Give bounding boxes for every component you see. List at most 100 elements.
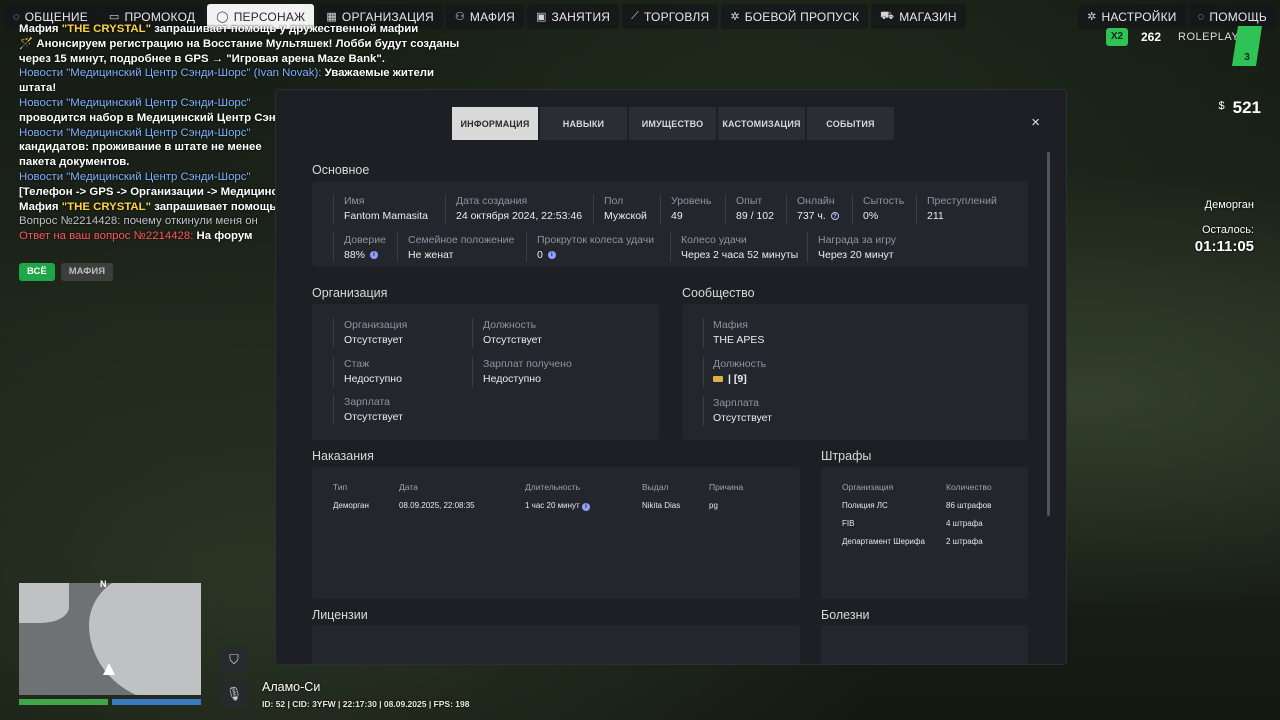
fines-table: Организация Количество Полиция ЛС 86 штр… [842, 482, 1022, 552]
close-button[interactable]: × [1031, 114, 1040, 131]
menu-item-trade[interactable]: ⟋ ТОРГОВЛЯ [622, 4, 719, 29]
divider [703, 357, 704, 387]
wheel-value: Через 2 часа 52 минуты [681, 249, 799, 261]
field-label: Имя [344, 195, 365, 207]
section-title-diseases: Болезни [821, 608, 870, 622]
divider [786, 194, 787, 224]
field-value: 0i [537, 249, 654, 261]
reward-value: Через 20 минут [818, 249, 894, 261]
tab-skills[interactable]: НАВЫКИ [540, 107, 627, 140]
menu-item-shop[interactable]: ⛟ МАГАЗИН [871, 4, 966, 29]
chat-tab-mafia[interactable]: МАФИЯ [60, 263, 114, 281]
menu-label: НАСТРОЙКИ [1101, 9, 1177, 24]
menu-label: ЗАНЯТИЯ [551, 9, 611, 24]
field-label: Зарплата [713, 397, 759, 409]
jail-status: Деморган [1204, 199, 1254, 211]
chat-text: Мафия [19, 200, 62, 213]
rank-icon [713, 376, 723, 382]
field-created: Дата создания 24 октября 2024, 22:53:46 [456, 195, 582, 222]
money-display: $ 521 [1219, 98, 1262, 118]
chat-tab-all[interactable]: ВСЁ [19, 263, 55, 281]
help-icon: ◌ [1197, 10, 1205, 23]
menu-item-battle-pass[interactable]: ✲ БОЕВОЙ ПРОПУСК [721, 4, 869, 29]
field-org-position: Должность Отсутствует [483, 319, 542, 346]
menu-label: БОЕВОЙ ПРОПУСК [744, 9, 860, 24]
field-marital-status: Семейное положение Не женат [408, 234, 514, 261]
health-bar [19, 699, 108, 705]
field-name: Имя Fantom Mamasita [344, 195, 428, 222]
table-header: Организация [842, 482, 894, 492]
field-value: 737 ч.? [797, 210, 839, 222]
level-value: 49 [671, 210, 683, 222]
chat-tabs: ВСЁ МАФИЯ [19, 263, 114, 281]
north-indicator: N [100, 579, 107, 589]
chat-line: Новости "Медицинский Центр Сэнди-Шорс" (… [19, 66, 489, 81]
field-value: Отсутствует [344, 334, 403, 346]
scrollbar[interactable] [1047, 152, 1050, 516]
rank-value: | [9] [728, 373, 747, 385]
field-mafia-position: Должность | [9] [713, 358, 766, 385]
field-online: Онлайн 737 ч.? [797, 195, 839, 222]
location-name: Аламо-Си [262, 680, 321, 694]
field-crimes: Преступлений 211 [927, 195, 997, 222]
status-bars [19, 699, 201, 705]
field-label: Зарплата [344, 396, 390, 408]
field-value: Недоступно [344, 373, 402, 385]
table-header: Длительность [525, 482, 581, 492]
remaining-label: Осталось: [1201, 224, 1254, 236]
field-value: Через 2 часа 52 минуты [681, 249, 798, 261]
chat-line: Мафия "THE CRYSTAL" запрашивает помощь у… [19, 22, 489, 37]
table-cell: 4 штрафа [946, 519, 983, 528]
field-value: Не женат [408, 249, 514, 261]
microphone-icon[interactable]: 🎙 [220, 680, 248, 708]
chat-text: Мафия [19, 23, 62, 35]
info-icon[interactable]: i [547, 251, 556, 259]
info-icon[interactable]: i [370, 251, 379, 259]
modal-tabs: ИНФОРМАЦИЯ НАВЫКИ ИМУЩЕСТВО КАСТОМИЗАЦИЯ… [452, 107, 894, 140]
field-mafia: Мафия THE APES [713, 319, 764, 346]
field-value: 24 октября 2024, 22:53:46 [456, 210, 582, 222]
server-logo: X2 262 ROLEPLAY 3 [1100, 26, 1270, 70]
table-header: Причина [709, 482, 744, 492]
field-label: Должность [713, 358, 767, 370]
table-cell: 1 час 20 минут i [525, 501, 590, 511]
field-gender: Пол Мужской [604, 195, 647, 222]
info-icon[interactable]: ? [830, 212, 839, 220]
menu-item-activities[interactable]: ▣ ЗАНЯТИЯ [526, 4, 620, 29]
calendar-icon: ▣ [535, 11, 547, 23]
field-label: Мафия [713, 319, 748, 331]
table-header: Дата [399, 482, 418, 492]
chat-text: Уважаемые жители [324, 67, 435, 80]
table-cell: Деморган [333, 501, 369, 510]
tab-customization[interactable]: КАСТОМИЗАЦИЯ [718, 107, 805, 140]
shield-icon[interactable]: ⛉ [220, 646, 248, 674]
field-mafia-salary: Зарплата Отсутствует [713, 397, 772, 424]
info-icon[interactable]: i [581, 503, 590, 511]
field-experience-years: Стаж Недоступно [344, 358, 402, 385]
tab-information[interactable]: ИНФОРМАЦИЯ [452, 107, 538, 140]
tab-events[interactable]: СОБЫТИЯ [807, 107, 894, 140]
chat-text: [Телефон -> GPS -> Организации -> Медици… [19, 185, 298, 198]
field-value: 49 [671, 210, 711, 222]
settings-icon: ✲ [1087, 11, 1097, 23]
field-label: Колесо удачи [681, 234, 747, 246]
online-value: 737 ч. [797, 210, 826, 222]
section-title-organization: Организация [312, 286, 388, 300]
tab-property[interactable]: ИМУЩЕСТВО [629, 107, 716, 140]
table-cell: 2 штрафа [946, 537, 983, 546]
divider [703, 318, 704, 348]
experience-value: 89 / 102 [736, 210, 774, 222]
field-value: 89 / 102 [736, 210, 774, 222]
field-label: Прокруток колеса удачи [537, 234, 655, 246]
remaining-time: 01:11:05 [1194, 238, 1254, 255]
table-cell: 86 штрафов [946, 501, 992, 510]
chat-icon: ◌ [13, 10, 20, 23]
field-value: Отсутствует [344, 411, 403, 423]
table-cell: FIB [842, 519, 855, 528]
chat-text: запрашивает помощь [151, 200, 277, 213]
chat-text: 🪄 Анонсируем регистрацию на Восстание Му… [19, 37, 460, 50]
player-arrow-icon [103, 663, 115, 675]
crimes-value: 211 [927, 210, 944, 222]
field-value: Отсутствует [713, 412, 772, 424]
divider [333, 395, 334, 425]
